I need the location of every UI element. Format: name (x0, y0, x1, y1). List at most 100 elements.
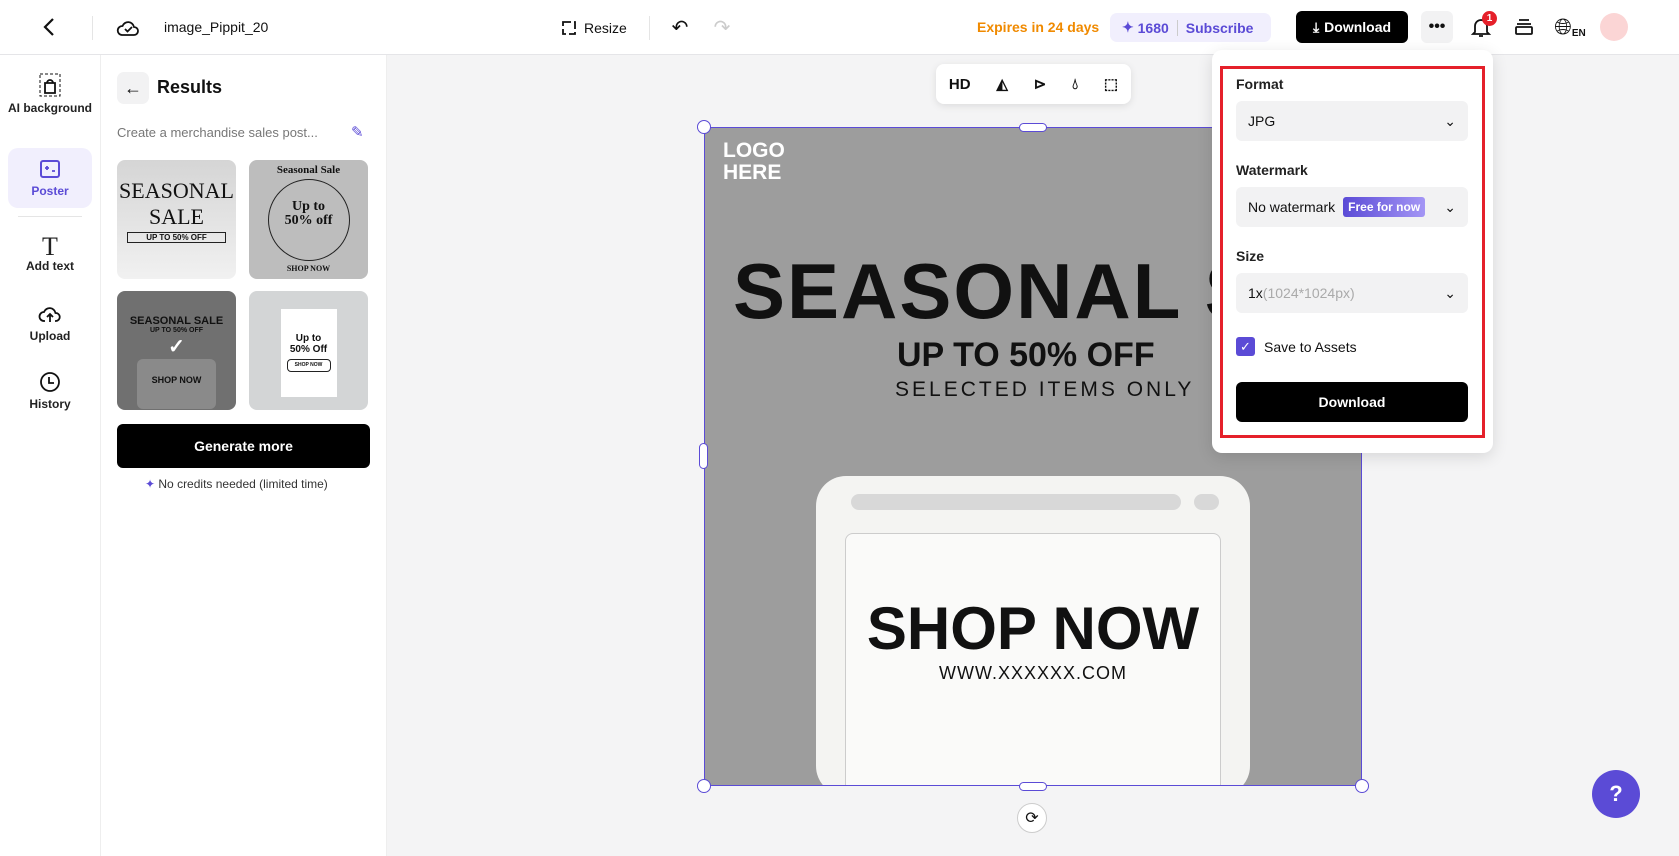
opacity-drop-icon[interactable]: 💧︎ (1072, 76, 1078, 93)
thumb-text: SEASONAL (119, 178, 234, 203)
format-value: JPG (1248, 113, 1276, 129)
avatar[interactable] (1600, 13, 1628, 41)
chevron-down-icon: ⌄ (1444, 112, 1456, 129)
resize-handle[interactable] (699, 443, 708, 469)
device-bar (851, 494, 1181, 510)
rotate-icon[interactable]: ⟳ (1017, 803, 1047, 833)
logo-text: HERE (723, 161, 782, 184)
thumb-text: UP TO 50% OFF (149, 327, 204, 334)
thumb-text: 50% off (284, 213, 333, 228)
thumb-text: Up to (295, 333, 322, 344)
poster-logo: LOGO HERE (723, 140, 785, 184)
device-screen: SHOP NOW WWW.XXXXXX.COM (845, 533, 1221, 785)
thumb-text: SEASONAL SALE (129, 315, 224, 327)
sparkle-icon: ✦ (1122, 19, 1138, 35)
image-toolbar: HD ◭ ⊳ 💧︎ ⬚ (936, 64, 1131, 104)
result-thumbnail-3-selected[interactable]: SEASONAL SALE UP TO 50% OFF ✓ SHOP NOW (117, 291, 236, 410)
language-code: EN (1571, 27, 1586, 39)
divider (649, 16, 650, 40)
language-globe-icon[interactable]: 🌐︎ EN (1554, 12, 1586, 42)
ai-background-icon (39, 73, 61, 97)
thumb-text: SHOP NOW (286, 264, 331, 273)
result-thumbnail-4[interactable]: Up to 50% Off SHOP NOW (249, 291, 368, 410)
device-dot (1194, 494, 1219, 510)
poster-icon (40, 160, 60, 178)
resize-label: Resize (584, 20, 627, 36)
credit-count: 1680 (1137, 19, 1169, 36)
resize-handle[interactable] (697, 779, 711, 793)
no-credits-note: ✦ No credits needed (limited time) (145, 477, 328, 491)
file-title[interactable]: image_Pippit_20 (164, 19, 268, 35)
confirm-download-button[interactable]: Download (1236, 382, 1468, 422)
save-to-assets-checkbox[interactable]: ✓ Save to Assets (1236, 337, 1357, 356)
flip-horizontal-icon[interactable]: ◭ (996, 75, 1008, 93)
layers-icon[interactable] (1510, 13, 1538, 41)
watermark-label: Watermark (1236, 162, 1308, 178)
size-select[interactable]: 1x (1024*1024px) ⌄ (1236, 273, 1468, 313)
download-button[interactable]: ⤓ Download (1296, 11, 1408, 43)
rail-label: Upload (29, 329, 71, 343)
back-arrow-icon[interactable]: ← (117, 72, 149, 104)
hd-button[interactable]: HD (949, 76, 971, 93)
format-label: Format (1236, 76, 1284, 92)
rail-label: Add text (26, 259, 74, 273)
left-rail: AI background Poster T Add text Upload Hi… (0, 55, 101, 856)
size-label: Size (1236, 248, 1265, 264)
panel-title: Results (157, 77, 223, 97)
undo-icon[interactable]: ↶ (668, 14, 692, 40)
generate-more-button[interactable]: Generate more (117, 424, 370, 468)
watermark-value: No watermark (1248, 199, 1336, 215)
clock-icon (40, 372, 60, 392)
results-panel: ← Results Create a merchandise sales pos… (101, 55, 387, 856)
more-options-icon[interactable]: ••• (1421, 11, 1453, 43)
prompt-text: Create a merchandise sales post... (117, 125, 318, 140)
bell-icon[interactable]: 1 (1467, 11, 1497, 41)
upload-cloud-icon (38, 307, 61, 322)
download-icon: ⤓ (1312, 18, 1320, 35)
download-dropdown: Format JPG ⌄ Watermark No watermark Free f… (1212, 50, 1493, 453)
format-select[interactable]: JPG ⌄ (1236, 101, 1468, 141)
text-icon: T (42, 232, 58, 261)
rail-label: History (29, 397, 71, 411)
help-icon[interactable]: ? (1592, 770, 1640, 818)
subscribe-link[interactable]: Subscribe (1186, 20, 1254, 36)
resize-handle[interactable] (1355, 779, 1369, 793)
rail-item-history[interactable]: History (8, 365, 92, 423)
divider (92, 16, 93, 40)
resize-button[interactable]: Resize (560, 14, 627, 42)
crop-focus-icon[interactable]: ⬚ (1104, 75, 1118, 93)
rail-item-add-text[interactable]: T Add text (8, 229, 92, 287)
note-text: No credits needed (limited time) (158, 477, 328, 491)
resize-handle[interactable] (1019, 782, 1047, 791)
back-icon[interactable] (36, 14, 62, 40)
download-label: Download (1324, 19, 1392, 35)
credits-subscribe[interactable]: ✦ 1680 Subscribe (1110, 13, 1271, 42)
chevron-down-icon: ⌄ (1444, 284, 1456, 301)
free-badge: Free for now (1343, 197, 1426, 217)
size-value: 1x (1248, 285, 1263, 301)
poster-url: WWW.XXXXXX.COM (938, 663, 1127, 683)
size-pixels: (1024*1024px) (1262, 285, 1355, 301)
redo-icon[interactable]: ↷ (710, 14, 734, 40)
notification-badge: 1 (1482, 11, 1497, 26)
result-thumbnail-1[interactable]: SEASONAL SALE UP TO 50% OFF (117, 160, 236, 279)
rail-label: AI background (8, 101, 93, 115)
thumb-text: Seasonal Sale (276, 164, 341, 176)
resize-handle[interactable] (1019, 123, 1047, 132)
rail-label: Poster (31, 184, 69, 198)
thumb-text: SHOP NOW (137, 359, 216, 409)
resize-handle[interactable] (697, 120, 711, 134)
watermark-select[interactable]: No watermark Free for now ⌄ (1236, 187, 1468, 227)
divider (18, 216, 82, 217)
rail-item-upload[interactable]: Upload (8, 297, 92, 355)
poster-device-frame: SHOP NOW WWW.XXXXXX.COM (816, 476, 1250, 785)
thumb-text: 50% Off (289, 344, 328, 355)
result-thumbnail-2[interactable]: Seasonal Sale Up to 50% off SHOP NOW (249, 160, 368, 279)
thumb-text: Up to (291, 199, 326, 214)
flip-vertical-icon[interactable]: ⊳ (1034, 75, 1047, 93)
rail-item-ai-background[interactable]: AI background (8, 67, 92, 135)
rail-item-poster[interactable]: Poster (8, 148, 92, 208)
cloud-saved-icon[interactable] (114, 14, 142, 42)
edit-pencil-icon[interactable]: ✎ (351, 123, 364, 141)
chevron-down-icon: ⌄ (1444, 198, 1456, 215)
